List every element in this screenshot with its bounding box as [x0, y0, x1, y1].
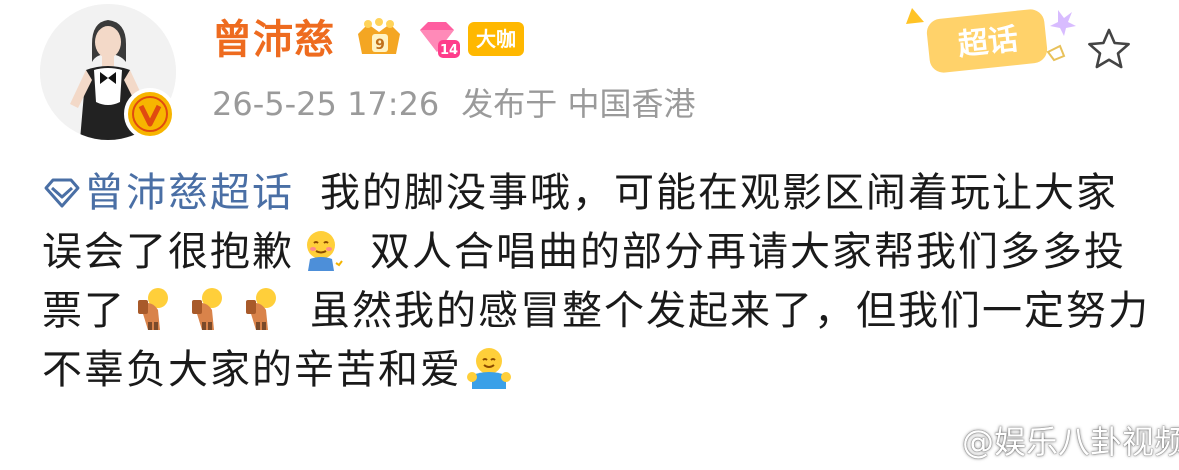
watermark-text: @娱乐八卦视频: [962, 423, 1179, 461]
post-meta: 26-5-25 17:26 发布于 中国香港: [212, 82, 695, 126]
svg-text:9: 9: [375, 37, 385, 53]
watermark: @娱乐八卦视频: [920, 422, 1179, 462]
topic-link-text: 曾沛慈超话: [84, 170, 294, 216]
topic-link[interactable]: 曾沛慈超话: [42, 170, 294, 216]
timestamp: 26-5-25 17:26: [212, 85, 440, 123]
bow-emoji: [246, 288, 276, 330]
svg-text:超话: 超话: [956, 22, 1019, 63]
supertopic-chip[interactable]: 超话: [898, 0, 1078, 78]
diamond-icon: [44, 178, 80, 208]
crown-badge-icon[interactable]: 9: [352, 16, 406, 62]
bow-emoji: [138, 288, 168, 330]
svg-text:14: 14: [440, 43, 458, 58]
location: 发布于 中国香港: [461, 85, 696, 123]
verified-v-icon: [124, 88, 176, 140]
gem-badge-icon[interactable]: 14: [416, 18, 462, 60]
blush-emoji: [307, 231, 343, 271]
weibo-icon: [920, 431, 954, 458]
daka-badge[interactable]: 大咖: [468, 22, 524, 56]
star-icon[interactable]: [1086, 26, 1132, 72]
author-name[interactable]: 曾沛慈: [212, 14, 335, 66]
post-content: 曾沛慈超话 我的脚没事哦，可能在观影区闹着玩让大家误会了很抱歉 双人合唱曲的部分再请…: [42, 164, 1152, 400]
bow-emoji: [192, 288, 222, 330]
hug-emoji: [467, 348, 511, 389]
